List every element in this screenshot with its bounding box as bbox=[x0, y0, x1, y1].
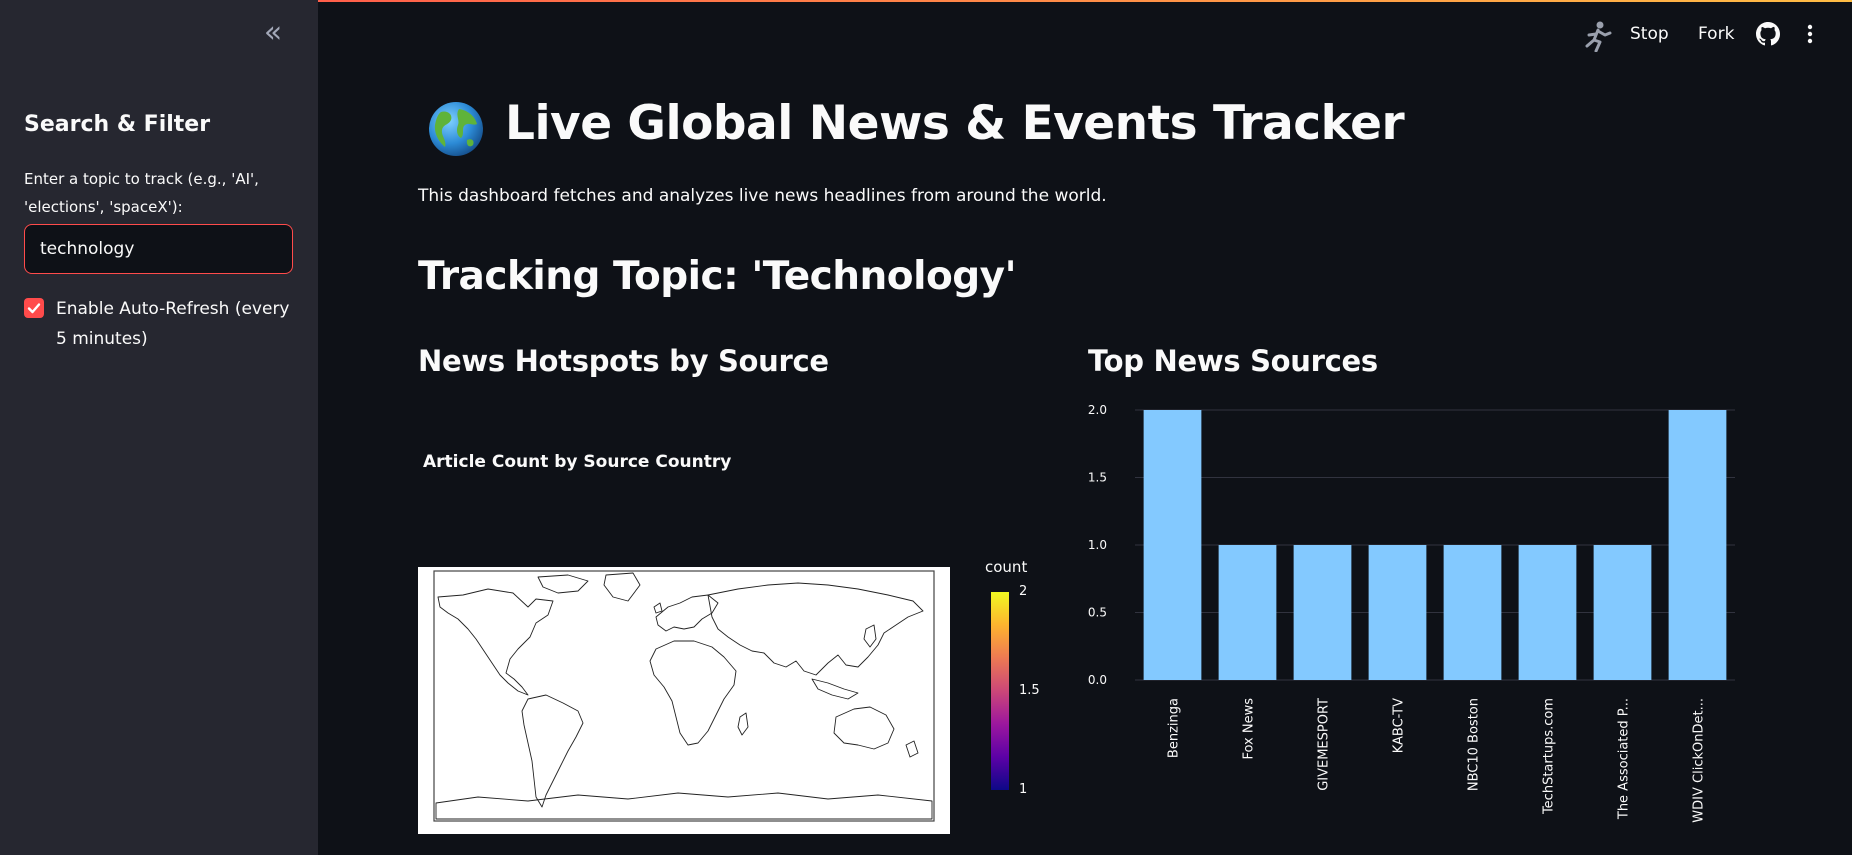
y-tick-label: 0.5 bbox=[1088, 606, 1107, 620]
bar[interactable] bbox=[1593, 545, 1652, 680]
bar[interactable] bbox=[1218, 545, 1277, 680]
hotspots-heading: News Hotspots by Source bbox=[418, 344, 829, 378]
bar[interactable] bbox=[1293, 545, 1352, 680]
topic-heading: Tracking Topic: 'Technology' bbox=[418, 254, 1017, 299]
topic-input[interactable] bbox=[24, 224, 293, 274]
top-sources-heading: Top News Sources bbox=[1088, 344, 1378, 378]
bar[interactable] bbox=[1668, 410, 1727, 680]
intro-text: This dashboard fetches and analyzes live… bbox=[418, 186, 1107, 206]
x-tick-label: NBC10 Boston bbox=[1467, 698, 1482, 791]
auto-refresh-checkbox[interactable] bbox=[24, 298, 44, 318]
bar[interactable] bbox=[1143, 410, 1202, 680]
y-tick-label: 1.5 bbox=[1088, 471, 1107, 485]
world-map[interactable] bbox=[418, 567, 950, 834]
bar[interactable] bbox=[1443, 545, 1502, 680]
y-tick-label: 0.0 bbox=[1088, 673, 1107, 687]
x-tick-label: GIVEMESPORT bbox=[1317, 698, 1332, 791]
colorbar-title: count bbox=[985, 558, 1028, 576]
x-tick-label: The Associated P... bbox=[1617, 698, 1632, 820]
map-title: Article Count by Source Country bbox=[423, 452, 732, 472]
x-tick-label: Fox News bbox=[1242, 698, 1257, 760]
x-tick-label: WDIV ClickOnDet... bbox=[1692, 698, 1707, 823]
x-tick-label: Benzinga bbox=[1167, 698, 1182, 758]
topic-input-label: Enter a topic to track (e.g., 'AI', 'ele… bbox=[24, 170, 259, 216]
globe-icon bbox=[429, 102, 483, 156]
world-map-outline bbox=[433, 570, 935, 822]
auto-refresh-label[interactable]: Enable Auto-Refresh (every 5 minutes) bbox=[56, 294, 296, 354]
colorbar-tick: 1 bbox=[1019, 782, 1028, 797]
double-chevron-left-icon[interactable]: « bbox=[258, 18, 288, 50]
stop-button[interactable]: Stop bbox=[1630, 24, 1669, 44]
y-tick-label: 1.0 bbox=[1088, 538, 1107, 552]
colorbar bbox=[991, 592, 1009, 790]
top-sources-bar-chart[interactable]: 0.0 0.5 1.0 1.5 2.0 Benzinga Fox News GIVEMESPO… bbox=[1080, 395, 1740, 835]
running-man-icon bbox=[1585, 21, 1612, 52]
colorbar-tick: 1.5 bbox=[1019, 683, 1040, 698]
sidebar-heading: Search & Filter bbox=[24, 112, 211, 137]
x-tick-label: TechStartups.com bbox=[1542, 698, 1557, 815]
colorbar-tick: 2 bbox=[1019, 584, 1028, 599]
page-title: Live Global News & Events Tracker bbox=[505, 96, 1405, 151]
sidebar: « Search & Filter Enter a topic to track… bbox=[0, 0, 318, 855]
y-tick-label: 2.0 bbox=[1088, 403, 1107, 417]
check-icon bbox=[27, 303, 41, 314]
bar[interactable] bbox=[1368, 545, 1427, 680]
kebab-menu-icon[interactable] bbox=[1802, 22, 1818, 46]
bar[interactable] bbox=[1518, 545, 1577, 680]
fork-button[interactable]: Fork bbox=[1698, 24, 1734, 44]
x-tick-label: KABC-TV bbox=[1392, 698, 1407, 753]
github-icon[interactable] bbox=[1756, 22, 1780, 46]
